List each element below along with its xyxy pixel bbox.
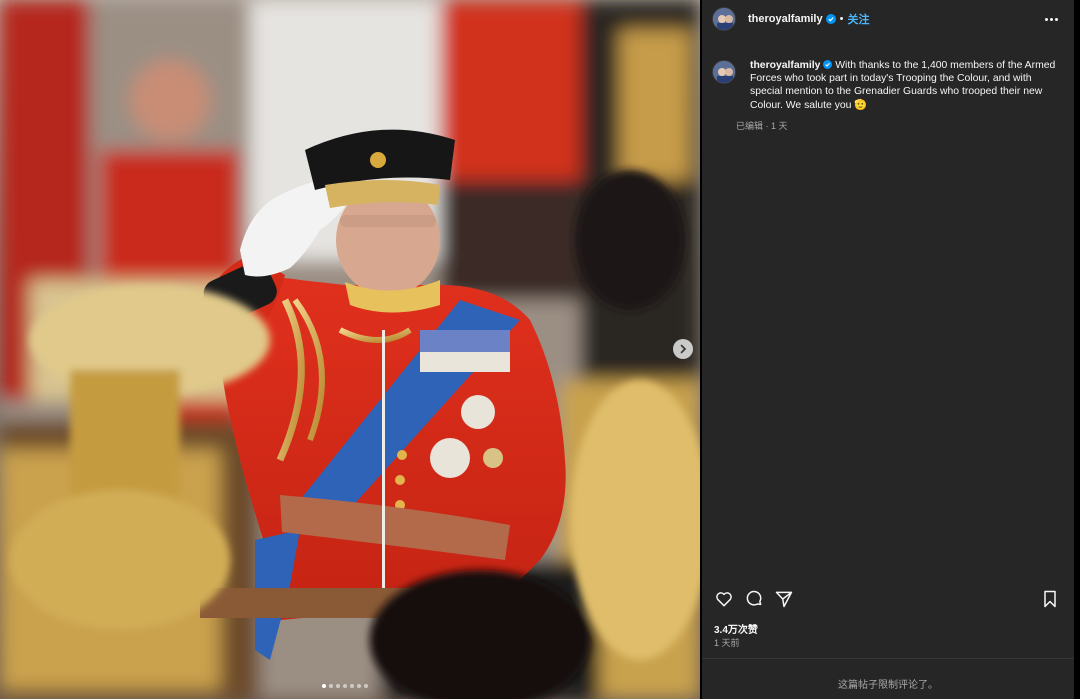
carousel-indicator <box>322 684 368 688</box>
separator-dot: • <box>839 13 844 25</box>
post-viewer: theroyalfamily • 关注 theroyalfamily With … <box>0 0 1080 699</box>
more-options-icon[interactable] <box>1041 14 1062 25</box>
divider <box>702 658 1074 659</box>
post-time[interactable]: 1 天前 <box>714 636 740 649</box>
carousel-dot[interactable] <box>322 684 326 688</box>
heart-icon[interactable] <box>714 589 734 609</box>
carousel-next-button[interactable] <box>673 339 693 359</box>
comment-bubble-icon[interactable] <box>744 589 764 609</box>
chevron-right-icon <box>680 344 687 354</box>
caption-block: theroyalfamily With thanks to the 1,400 … <box>712 59 1062 132</box>
follow-button[interactable]: 关注 <box>847 11 869 27</box>
verified-badge-icon <box>825 14 836 24</box>
author-avatar[interactable] <box>712 7 736 31</box>
like-count[interactable]: 3.4万次赞 <box>714 621 758 636</box>
post-caption: theroyalfamily With thanks to the 1,400 … <box>750 59 1062 112</box>
comments-disabled-notice: 这篇帖子限制评论了。 <box>838 680 938 691</box>
post-photo <box>0 0 700 699</box>
carousel-dot[interactable] <box>329 684 333 688</box>
paper-plane-icon[interactable] <box>774 589 794 609</box>
photo-scene <box>0 0 700 699</box>
carousel-dot[interactable] <box>364 684 368 688</box>
bookmark-icon[interactable] <box>1040 589 1060 609</box>
carousel-dot[interactable] <box>350 684 354 688</box>
carousel-dot[interactable] <box>336 684 340 688</box>
carousel-dot[interactable] <box>357 684 361 688</box>
carousel-dot[interactable] <box>343 684 347 688</box>
edited-timestamp: 已编辑 · 1 天 <box>736 120 788 131</box>
caption-author-avatar[interactable] <box>712 60 736 84</box>
verified-badge-icon <box>823 60 833 69</box>
post-details-panel: theroyalfamily • 关注 theroyalfamily With … <box>700 0 1080 699</box>
author-username[interactable]: theroyalfamily <box>748 13 823 25</box>
action-bar <box>714 589 1060 609</box>
post-header: theroyalfamily • 关注 <box>712 7 1062 31</box>
caption-username[interactable]: theroyalfamily <box>750 60 820 71</box>
